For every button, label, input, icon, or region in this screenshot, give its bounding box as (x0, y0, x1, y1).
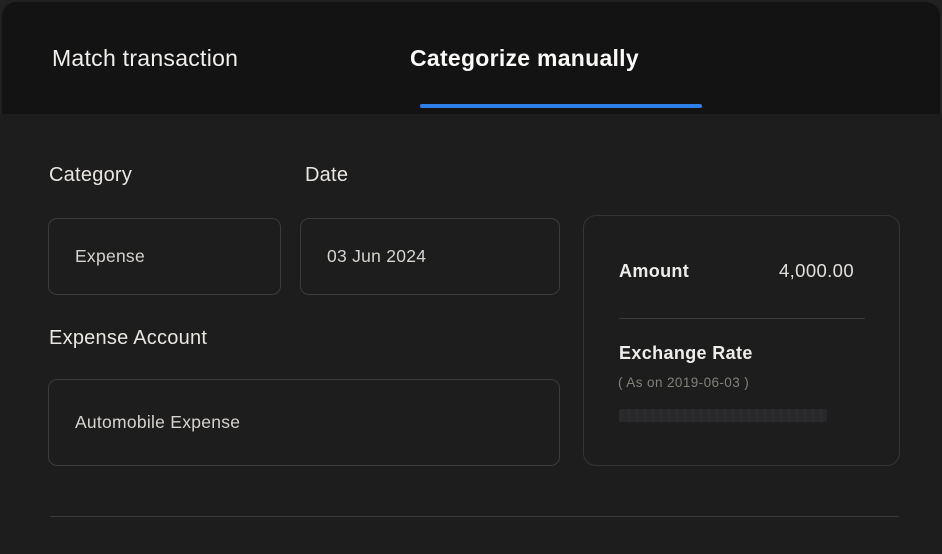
card-divider (619, 318, 865, 319)
tab-match-transaction-label: Match transaction (52, 45, 238, 72)
exchange-rate-loading-skeleton (619, 409, 827, 422)
tab-categorize-manually[interactable]: Categorize manually (410, 2, 639, 114)
tab-categorize-manually-label: Categorize manually (410, 45, 639, 72)
expense-account-select[interactable]: Automobile Expense (48, 379, 560, 466)
expense-account-label: Expense Account (49, 327, 207, 350)
exchange-rate-label: Exchange Rate (619, 343, 753, 364)
amount-value: 4,000.00 (779, 260, 865, 282)
exchange-rate-as-on-note: ( As on 2019-06-03 ) (618, 375, 749, 390)
section-divider (50, 516, 899, 517)
modal-body: Category Date Expense 03 Jun 2024 Expens… (0, 114, 942, 554)
date-label: Date (305, 164, 348, 187)
amount-row: Amount 4,000.00 (619, 260, 865, 282)
amount-summary-card: Amount 4,000.00 Exchange Rate ( As on 20… (583, 215, 900, 466)
date-picker-value: 03 Jun 2024 (327, 246, 426, 267)
categorize-transaction-modal: Match transaction Categorize manually Ca… (0, 0, 942, 554)
date-picker-field[interactable]: 03 Jun 2024 (300, 218, 560, 295)
category-label: Category (49, 164, 132, 187)
amount-label: Amount (619, 261, 689, 282)
category-select-value: Expense (75, 246, 145, 267)
category-select[interactable]: Expense (48, 218, 281, 295)
active-tab-indicator (420, 104, 702, 108)
tab-bar: Match transaction Categorize manually (2, 2, 940, 114)
tab-match-transaction[interactable]: Match transaction (52, 2, 238, 114)
expense-account-select-value: Automobile Expense (75, 412, 240, 433)
